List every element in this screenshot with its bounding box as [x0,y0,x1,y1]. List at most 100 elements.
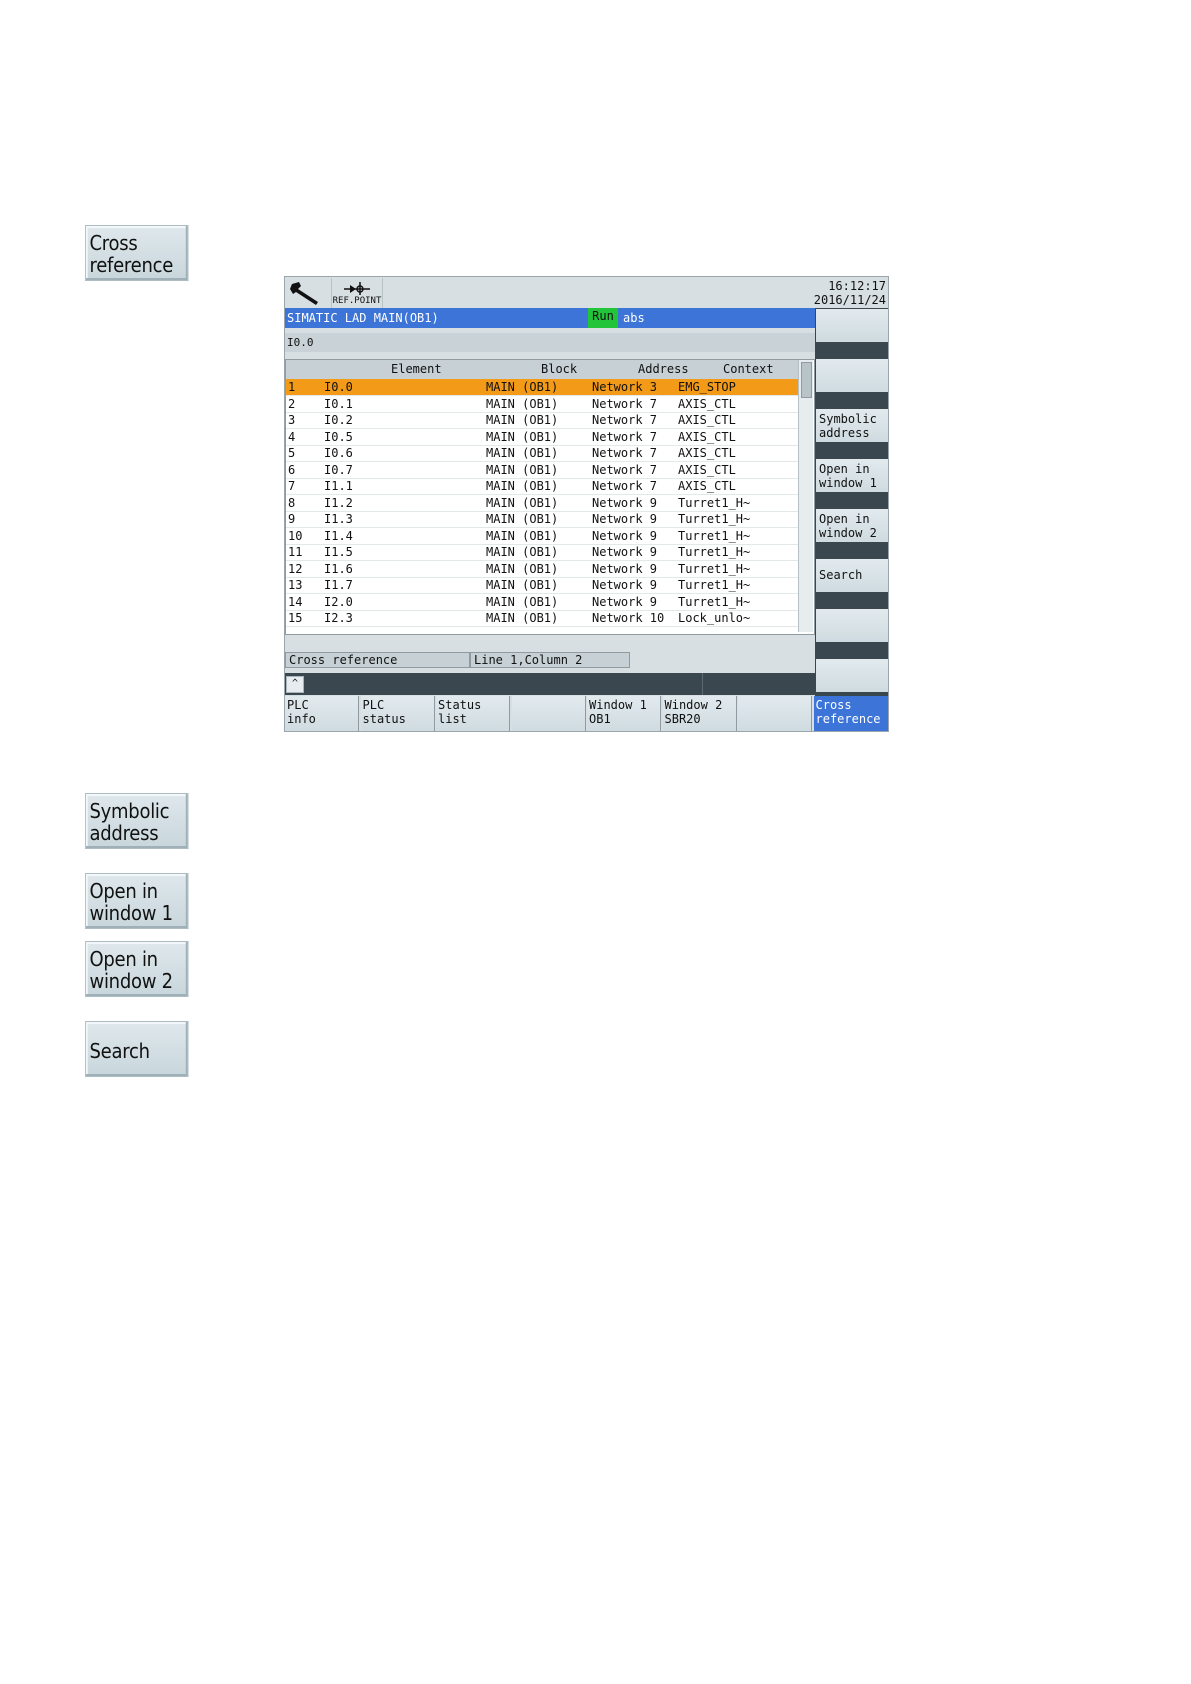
recall-up-arrow-icon[interactable]: ^ [286,676,304,693]
softkey-label: Window 2 [664,698,723,712]
table-row[interactable]: 3 I0.2 MAIN (OB1) Network 7 AXIS_CTL [286,412,798,429]
cell-context: Lock_unlo~ [678,611,751,625]
cell-n: 4 [288,429,296,444]
search-key[interactable]: Search [85,1021,189,1077]
softkey-label: Search [819,568,863,582]
table-row[interactable]: 1 I0.0 MAIN (OB1) Network 3 EMG_STOP [286,379,798,396]
softkey-label: reference [815,712,881,726]
cross-reference-table: Element Block Address Context 1 I0.0 MAIN … [285,359,815,635]
table-row[interactable]: 13 I1.7 MAIN (OB1) Network 9 Turret1_H~ [286,577,798,594]
hsoftkey-plc-status[interactable]: PLC status [360,696,435,731]
window-title: SIMATIC LAD MAIN(OB1) [287,311,439,325]
cell-address: Network 7 [592,413,658,427]
cell-context: Turret1_H~ [678,495,751,510]
cell-address: Network 9 [592,578,658,592]
cell-n: 14 [288,594,303,609]
status-cursor-position: Line 1,Column 2 [470,652,630,668]
cell-n: 9 [288,512,296,526]
vsoftkey-blank-2[interactable] [816,359,888,392]
table-row[interactable]: 14 I2.0 MAIN (OB1) Network 9 Turret1_H~ [286,594,798,611]
column-header-element: Element [391,362,442,376]
cell-n: 7 [288,479,296,493]
cross-reference-key[interactable]: Cross reference [85,225,189,281]
hsoftkey-cross-reference[interactable]: Cross reference [813,696,888,731]
table-row[interactable]: 7 I1.1 MAIN (OB1) Network 7 AXIS_CTL [286,478,798,495]
table-row[interactable]: 10 I1.4 MAIN (OB1) Network 9 Turret1_H~ [286,528,798,545]
vsoftkey-open-in-window-2[interactable]: Open in window 2 [816,509,888,542]
cell-element: I0.0 [324,380,353,394]
column-header-block: Block [541,362,578,376]
cell-element: I1.6 [324,561,353,576]
table-row[interactable]: 2 I0.1 MAIN (OB1) Network 7 AXIS_CTL [286,396,798,413]
softkey-label: PLC [287,698,309,712]
scrollbar-thumb[interactable] [801,362,812,398]
table-row[interactable]: 8 I1.2 MAIN (OB1) Network 9 Turret1_H~ [286,495,798,512]
cell-element: I1.4 [324,528,353,543]
cell-n: 15 [288,611,303,625]
table-row[interactable]: 9 I1.3 MAIN (OB1) Network 9 Turret1_H~ [286,511,798,528]
cell-context: Turret1_H~ [678,512,751,526]
table-row[interactable]: 12 I1.6 MAIN (OB1) Network 9 Turret1_H~ [286,561,798,578]
cell-address: Network 9 [592,495,658,510]
hsoftkey-plc-info[interactable]: PLC info [285,696,359,731]
cell-context: Turret1_H~ [678,528,751,543]
cell-element: I1.5 [324,545,353,559]
cell-element: I0.7 [324,462,353,477]
cell-block: MAIN (OB1) [486,611,559,625]
vertical-scrollbar[interactable] [798,360,813,632]
ref-point-indicator: REF.POINT [331,278,383,308]
table-row[interactable]: 5 I0.6 MAIN (OB1) Network 7 AXIS_CTL [286,445,798,462]
table-row[interactable]: 11 I1.5 MAIN (OB1) Network 9 Turret1_H~ [286,544,798,561]
cell-n: 12 [288,561,303,576]
cell-address: Network 9 [592,561,658,576]
vsoftkey-search[interactable]: Search [816,559,888,592]
cell-element: I2.0 [324,594,353,609]
cell-n: 8 [288,495,296,510]
table-row[interactable]: 6 I0.7 MAIN (OB1) Network 7 AXIS_CTL [286,462,798,479]
cell-element: I0.6 [324,446,353,460]
table-row[interactable]: 15 I2.3 MAIN (OB1) Network 10 Lock_unlo~ [286,610,798,627]
open-in-window-2-key[interactable]: Open in window 2 [85,941,189,997]
ref-point-icon [344,282,370,295]
hsoftkey-window-1-ob1[interactable]: Window 1 OB1 [587,696,661,731]
cell-context: AXIS_CTL [678,446,736,460]
cell-block: MAIN (OB1) [486,545,559,559]
vsoftkey-blank-7[interactable] [816,609,888,642]
vsoftkey-open-in-window-1[interactable]: Open in window 1 [816,459,888,492]
cell-address: Network 7 [592,462,658,477]
softkey-label: address [819,426,870,440]
softkey-label: info [287,712,316,726]
softkey-label: list [438,712,467,726]
table-row[interactable]: 4 I0.5 MAIN (OB1) Network 7 AXIS_CTL [286,429,798,446]
softkey-label: Window 1 [589,698,647,712]
softkey-label: Symbolic [819,412,877,426]
softkey-label: window 1 [819,476,877,490]
symbolic-address-key[interactable]: Symbolic address [85,793,189,849]
top-status-bar: REF.POINT 16:12:17 2016/11/24 [285,277,888,308]
open-in-window-1-key[interactable]: Open in window 1 [85,873,189,929]
cell-block: MAIN (OB1) [486,380,559,394]
vsoftkey-blank-8[interactable] [816,659,888,692]
time: 16:12:17 [828,279,886,293]
cell-block: MAIN (OB1) [486,528,559,543]
hsoftkey-status-list[interactable]: Status list [436,696,510,731]
cell-block: MAIN (OB1) [486,512,559,526]
hsoftkey-window-2-sbr20[interactable]: Window 2 SBR20 [662,696,737,731]
cell-address: Network 7 [592,396,658,411]
cell-element: I0.2 [324,413,353,427]
vsoftkey-symbolic-address[interactable]: Symbolic address [816,409,888,442]
mode-indicator: abs [623,311,645,325]
cell-context: AXIS_CTL [678,396,736,411]
cell-n: 13 [288,578,303,592]
hsoftkey-blank-4[interactable] [511,696,586,731]
cell-address: Network 7 [592,479,658,493]
cell-context: Turret1_H~ [678,545,751,559]
wrench-icon [290,282,318,305]
address-input[interactable]: I0.0 [285,333,815,352]
softkey-label: Open in [819,462,870,476]
run-status-badge: Run [588,308,618,328]
table-header: Element Block Address Context [286,360,798,379]
vsoftkey-blank-1[interactable] [816,309,888,342]
hsoftkey-blank-7[interactable] [738,696,812,731]
cell-element: I1.7 [324,578,353,592]
